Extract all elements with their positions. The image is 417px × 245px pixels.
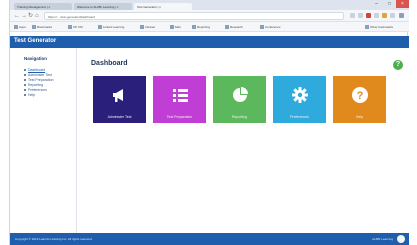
sidebar-item-label: Reporting bbox=[28, 83, 44, 87]
bookmark-item[interactable]: Conference bbox=[260, 25, 281, 30]
bookmark-label: Linked Learning bbox=[103, 25, 125, 29]
bookmark-label: Conference bbox=[265, 25, 281, 29]
bullet-icon bbox=[24, 89, 26, 92]
browser-tab-label: Welcome to ALZBr Learning | x bbox=[77, 5, 119, 9]
tile-label: Help bbox=[355, 115, 364, 119]
sidebar-item-help[interactable]: Help bbox=[24, 93, 54, 98]
pie-chart-icon bbox=[213, 85, 266, 105]
sidebar-item-label: Preferences bbox=[28, 88, 47, 92]
bookmark-icon bbox=[365, 25, 369, 30]
browser-window: Training Management | x Welcome to ALZBr… bbox=[9, 0, 409, 245]
tile-administer-test[interactable]: Administer Test bbox=[93, 76, 146, 123]
bookmark-icon bbox=[14, 25, 18, 30]
bookmark-item[interactable]: Linked Learning bbox=[98, 25, 125, 30]
sidebar-item-label: Help bbox=[28, 93, 36, 97]
bookmark-icon bbox=[192, 25, 196, 30]
question-icon: ? bbox=[333, 85, 386, 105]
star-icon[interactable] bbox=[350, 13, 355, 18]
app-title: Test Generator bbox=[14, 38, 57, 44]
page-title: Dashboard bbox=[91, 60, 128, 67]
megaphone-icon bbox=[93, 85, 146, 105]
gear-icon bbox=[273, 85, 326, 105]
browser-tab-label: Training Management | x bbox=[17, 5, 51, 9]
bullet-icon bbox=[24, 74, 26, 77]
bookmark-icon bbox=[68, 25, 72, 30]
bookmark-label: Apps bbox=[19, 25, 26, 29]
bookmark-item[interactable]: Research bbox=[225, 25, 243, 30]
url-text: https://..../test-generator/dashboard bbox=[48, 15, 95, 19]
tile-label: Test Preparation bbox=[166, 115, 193, 119]
app-header: Test Generator bbox=[10, 36, 409, 48]
sidebar-item-label: Dashboard bbox=[28, 68, 46, 72]
tile-reporting[interactable]: Reporting bbox=[213, 76, 266, 123]
bookmark-label: Reporting bbox=[197, 25, 211, 29]
bookmark-label: Other bookmarks bbox=[370, 25, 394, 29]
bookmark-icon bbox=[140, 25, 144, 30]
bullet-icon bbox=[24, 79, 26, 82]
bookmark-icon bbox=[225, 25, 229, 30]
bookmark-item[interactable]: Apps bbox=[14, 25, 26, 30]
bookmark-item[interactable]: Mail bbox=[170, 25, 181, 30]
bullet-icon bbox=[24, 94, 26, 97]
bullet-icon bbox=[24, 69, 26, 72]
home-icon[interactable]: ⌂ bbox=[35, 13, 39, 19]
address-bar-row: ← → ↻ ⌂ https://..../test-generator/dash… bbox=[10, 10, 409, 22]
extension-icon[interactable] bbox=[358, 13, 363, 18]
main-content: Dashboard ? Administer Test Test Prepara… bbox=[77, 48, 409, 233]
tab-strip: Training Management | x Welcome to ALZBr… bbox=[10, 0, 409, 10]
bookmark-label: Research bbox=[230, 25, 243, 29]
bookmark-label: Mail bbox=[175, 25, 181, 29]
bullet-icon bbox=[24, 84, 26, 87]
help-icon[interactable]: ? bbox=[393, 60, 403, 70]
bookmark-icon bbox=[98, 25, 102, 30]
brand-logo-icon bbox=[397, 235, 405, 243]
menu-icon[interactable] bbox=[399, 13, 404, 18]
url-input[interactable]: https://..../test-generator/dashboard bbox=[44, 12, 344, 20]
sidebar-item-label: Test Preparation bbox=[28, 78, 54, 82]
bookmarks-bar: Apps Bookmarks CP CM Linked Learning Int… bbox=[10, 22, 409, 32]
bookmark-icon bbox=[260, 25, 264, 30]
back-icon[interactable]: ← bbox=[14, 13, 20, 19]
footer-brand-text: ALZBr Learning bbox=[371, 237, 393, 241]
tile-label: Reporting bbox=[231, 115, 248, 119]
extension-icon[interactable] bbox=[374, 13, 379, 18]
sidebar: Navigation Dashboard Administer Test Tes… bbox=[10, 48, 77, 233]
tile-label: Preferences bbox=[290, 115, 309, 119]
bookmark-label: Intranet bbox=[145, 25, 156, 29]
sidebar-nav: Dashboard Administer Test Test Preparati… bbox=[24, 68, 54, 98]
sidebar-heading: Navigation bbox=[24, 56, 48, 61]
bookmark-item[interactable]: Intranet bbox=[140, 25, 156, 30]
bookmark-item[interactable]: Reporting bbox=[192, 25, 211, 30]
forward-icon[interactable]: → bbox=[21, 13, 27, 19]
list-icon bbox=[153, 85, 206, 105]
tile-label: Administer Test bbox=[107, 115, 132, 119]
extension-icon[interactable] bbox=[390, 13, 395, 18]
extension-icon[interactable] bbox=[366, 13, 371, 18]
browser-tab-2[interactable]: Welcome to ALZBr Learning | x bbox=[74, 3, 132, 10]
bookmark-icon bbox=[32, 25, 36, 30]
bookmark-label: CP CM bbox=[73, 25, 83, 29]
maximize-button[interactable]: □ bbox=[383, 0, 396, 8]
browser-tab-3[interactable]: Test Generator | x bbox=[134, 3, 192, 10]
extension-icon[interactable] bbox=[382, 13, 387, 18]
sidebar-item-label: Administer Test bbox=[28, 73, 52, 77]
browser-tab-label: Test Generator | x bbox=[137, 5, 161, 9]
browser-tab-1[interactable]: Training Management | x bbox=[14, 3, 72, 10]
bookmark-item[interactable]: CP CM bbox=[68, 25, 83, 30]
bookmark-item[interactable]: Bookmarks bbox=[32, 25, 53, 30]
bookmark-label: Bookmarks bbox=[37, 25, 53, 29]
bookmark-item[interactable]: Other bookmarks bbox=[365, 25, 394, 30]
reload-icon[interactable]: ↻ bbox=[28, 13, 33, 19]
bookmark-icon bbox=[170, 25, 174, 30]
close-window-button[interactable]: × bbox=[396, 0, 409, 8]
tile-help[interactable]: ? Help bbox=[333, 76, 386, 123]
footer: Copyright © 2019 LearnCo training Inc. A… bbox=[10, 233, 409, 245]
tile-preferences[interactable]: Preferences bbox=[273, 76, 326, 123]
svg-text:?: ? bbox=[356, 90, 363, 102]
minimize-button[interactable]: – bbox=[370, 0, 383, 8]
tile-test-preparation[interactable]: Test Preparation bbox=[153, 76, 206, 123]
copyright-text: Copyright © 2019 LearnCo training Inc. A… bbox=[15, 237, 92, 241]
